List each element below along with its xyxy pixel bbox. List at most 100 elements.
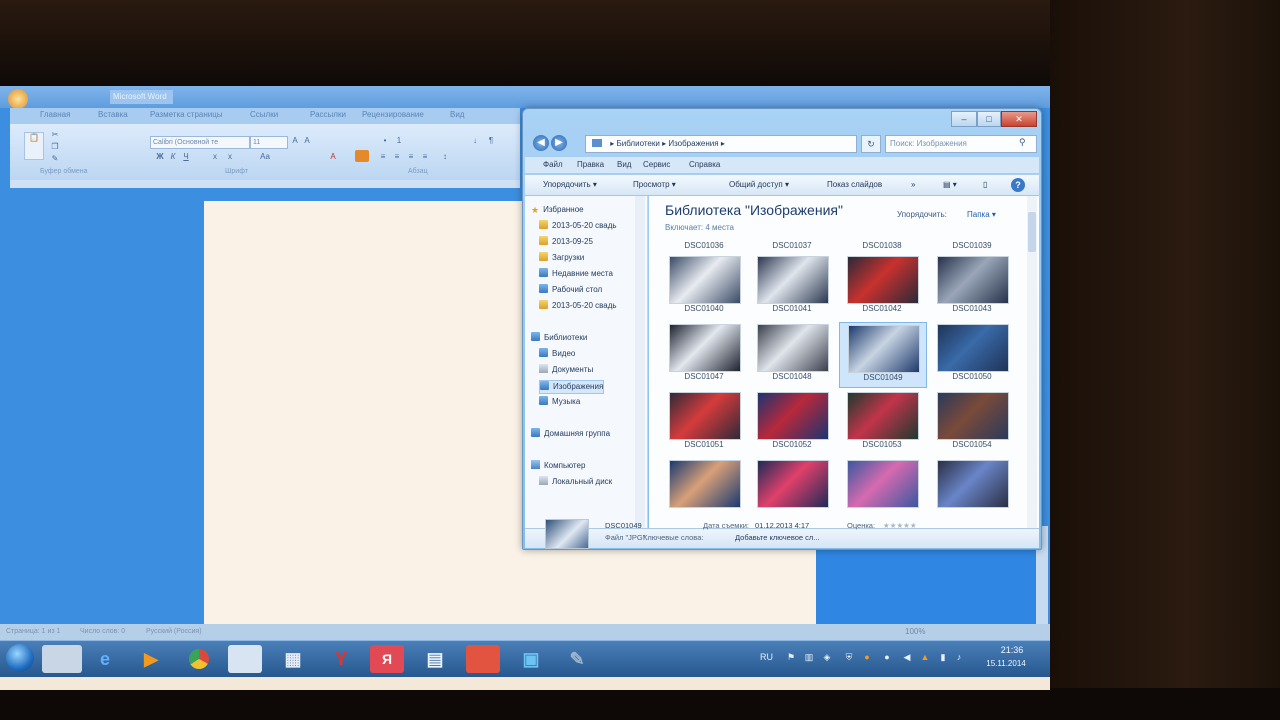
organize-button[interactable]: Упорядочить ▾ [543,180,597,189]
view-options-icon[interactable]: ▤ ▾ [943,180,957,189]
show-marks-icon[interactable]: ¶ [486,136,496,146]
thumbnail-caption[interactable]: DSC01038 [839,241,925,250]
word-tab[interactable]: Рецензирование [362,110,424,119]
slideshow-button[interactable]: Показ слайдов [827,180,882,189]
flag-icon[interactable]: ⚑ [786,652,796,662]
update-icon[interactable]: ◈ [822,652,832,662]
highlight-icon[interactable] [355,150,369,162]
nav-fav-item[interactable]: 2013-05-20 свадь [539,300,617,312]
cut-icon[interactable]: ✂ [50,130,60,140]
chrome-icon[interactable] [182,645,216,673]
nav-lib-item-selected[interactable]: Изображения [539,380,605,394]
thumbnail-item[interactable]: DSC01041 [749,254,835,318]
thumbnail-item[interactable]: DSC01052 [749,390,835,454]
font-size-select[interactable]: 11 [250,136,288,149]
office-app-icon[interactable] [466,645,500,673]
nav-computer[interactable]: Компьютер [531,460,585,472]
breadcrumb-pictures[interactable]: Изображения [668,139,718,148]
maximize-button[interactable]: □ [977,111,1001,127]
status-page[interactable]: Страница: 1 из 1 [6,628,60,635]
details-rating-stars[interactable]: ★★★★★ [883,521,917,530]
nav-homegroup[interactable]: Домашняя группа [531,428,610,440]
refresh-icon[interactable]: ↻ [861,135,881,153]
nav-fav-item[interactable]: 2013-05-20 свадь [539,220,617,232]
forward-button[interactable]: ▶ [551,135,567,151]
line-spacing-icon[interactable]: ↕ [440,152,450,162]
media-player-icon[interactable]: ▶ [134,645,168,673]
nav-computer-item[interactable]: Локальный диск [539,476,612,488]
justify-icon[interactable]: ≡ [420,152,430,162]
content-scroll-thumb[interactable] [1028,212,1036,252]
menu-view[interactable]: Вид [617,160,631,169]
content-scrollbar[interactable] [1027,196,1037,528]
thumbnail-item[interactable] [929,458,1015,522]
clock-date[interactable]: 15.11.2014 [978,659,1034,668]
library-subtitle[interactable]: Включает: 4 места [665,223,734,232]
search-input[interactable]: Поиск: Изображения [885,135,1037,153]
word-tab[interactable]: Рассылки [310,110,346,119]
sort-icon[interactable]: ↓ [470,136,480,146]
word-tab[interactable]: Ссылки [250,110,278,119]
nav-fav-item[interactable]: 2013-09-25 [539,236,593,248]
calendar-icon[interactable]: ▦ [276,645,310,673]
italic-icon[interactable]: К [168,152,178,162]
word-titlebar[interactable]: Microsoft Word [0,86,1050,109]
volume-icon[interactable]: ♪ [954,652,964,662]
thumbnail-item[interactable]: DSC01051 [661,390,747,454]
breadcrumb-libraries[interactable]: Библиотеки [616,139,659,148]
yandex-icon[interactable]: Я [370,645,404,673]
back-button[interactable]: ◀ [533,135,549,151]
word-tab[interactable]: Вид [450,110,464,119]
navigation-scrollbar[interactable] [635,196,645,528]
word-tab[interactable]: Вставка [98,110,128,119]
office-button-icon[interactable] [8,89,28,109]
align-center-icon[interactable]: ≡ [392,152,402,162]
tray-app-icon[interactable]: ▲ [920,652,930,662]
subscript-icon[interactable]: x [210,152,220,162]
network-icon[interactable]: ▥ [804,652,814,662]
thumbnail-item[interactable]: DSC01040 [661,254,747,318]
copy-icon[interactable]: ❐ [50,142,60,152]
explorer-taskbar-icon[interactable] [228,645,262,673]
menu-edit[interactable]: Правка [577,160,604,169]
nav-favorites[interactable]: ★ Избранное [531,204,584,216]
thumbnail-item[interactable]: DSC01050 [929,322,1015,386]
thumbnail-item[interactable]: DSC01054 [929,390,1015,454]
thumbnail-item[interactable] [839,458,925,522]
word-tab[interactable]: Главная [40,110,70,119]
internet-explorer-icon[interactable]: e [88,645,122,673]
skype-icon[interactable]: ● [882,652,892,662]
details-keywords-value[interactable]: Добавьте ключевое сл... [735,533,820,542]
shrink-font-icon[interactable]: A [302,136,312,146]
thumbnail-item[interactable]: DSC01042 [839,254,925,318]
thumbnail-caption[interactable]: DSC01036 [661,241,747,250]
search-icon[interactable]: ⚲ [1019,137,1029,147]
thumbnail-item[interactable]: DSC01047 [661,322,747,386]
status-language[interactable]: Русский (Россия) [146,628,202,635]
superscript-icon[interactable]: x [225,152,235,162]
underline-icon[interactable]: Ч [181,152,191,162]
shield-icon[interactable]: ⛨ [844,652,854,662]
thumbnail-caption[interactable]: DSC01037 [749,241,835,250]
speaker-icon[interactable]: ◀ [902,652,912,662]
minimize-button[interactable]: – [951,111,977,127]
align-left-icon[interactable]: ≡ [378,152,388,162]
menu-file[interactable]: Файл [543,160,563,169]
address-bar[interactable]: ▸ Библиотеки ▸ Изображения ▸ [585,135,857,153]
thumbnail-caption[interactable]: DSC01039 [929,241,1015,250]
nav-lib-item[interactable]: Документы [539,364,593,376]
thumbnail-item[interactable] [749,458,835,522]
numbering-icon[interactable]: 1 [394,136,404,146]
grow-font-icon[interactable]: A [290,136,300,146]
taskbar-app-word-icon[interactable] [42,645,82,673]
thumbnail-item[interactable]: DSC01053 [839,390,925,454]
paste-icon[interactable]: 📋 [24,132,44,160]
menu-tools[interactable]: Сервис [643,160,670,169]
nav-lib-item[interactable]: Музыка [539,396,580,408]
share-button[interactable]: Общий доступ ▾ [729,180,789,189]
usb-icon[interactable]: ▮ [938,652,948,662]
nav-lib-item[interactable]: Видео [539,348,575,360]
bullets-icon[interactable]: • [380,136,390,146]
status-words[interactable]: Число слов: 0 [80,628,125,635]
tool-icon[interactable]: ✎ [560,645,594,673]
